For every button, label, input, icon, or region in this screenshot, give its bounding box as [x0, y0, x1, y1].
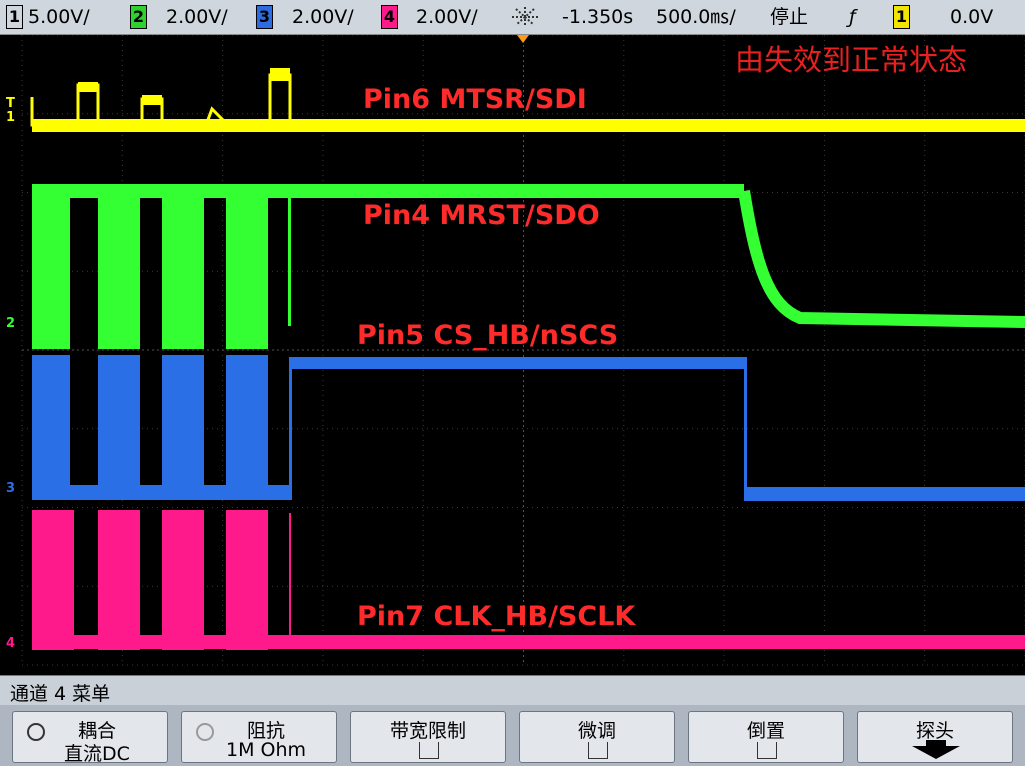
channel-2-label: Pin4 MRST/SDO	[363, 200, 600, 231]
checkbox-icon	[757, 742, 777, 759]
coupling-softkey[interactable]: 耦合 直流DC	[12, 711, 168, 765]
channel-4-scale: 2.00V/	[416, 6, 478, 28]
channel-menu-bar: 通道 4 菜单	[0, 675, 1025, 706]
waveform-display[interactable]: T 1 2 3 4 由失效到正常状态 Pin6 MTSR/SDI Pin4 MR…	[0, 35, 1025, 675]
checkbox-icon	[588, 742, 608, 759]
channel-3-scale: 2.00V/	[292, 6, 354, 28]
channel-2-ground-marker: 2	[6, 316, 15, 331]
channel-3-indicator[interactable]: 3	[256, 5, 273, 29]
status-bar: 1 5.00V/ 2 2.00V/ 3 2.00V/ 4 2.00V/ -1.3…	[0, 0, 1025, 35]
time-scale: 500.0㎳/	[656, 6, 736, 28]
channel-4-indicator[interactable]: 4	[381, 5, 398, 29]
channel-3-trace	[32, 355, 1025, 501]
channel-1-label: Pin6 MTSR/SDI	[363, 84, 587, 115]
softkey-bar: 耦合 直流DC 阻抗 1M Ohm 带宽限制 微调 倒置 探头	[0, 705, 1025, 766]
channel-1-scale: 5.00V/	[28, 6, 90, 28]
trigger-position-icon	[512, 7, 538, 27]
fine-adjust-softkey[interactable]: 微调	[519, 711, 675, 763]
checkbox-icon	[419, 742, 439, 759]
channel-2-scale: 2.00V/	[166, 6, 228, 28]
arrow-down-icon	[912, 740, 960, 759]
channel-4-ground-marker: 4	[6, 636, 15, 651]
trigger-slope-icon: ƒ	[849, 6, 856, 28]
trigger-position-marker	[517, 35, 529, 43]
trigger-level: 0.0V	[950, 6, 994, 28]
probe-softkey[interactable]: 探头	[857, 711, 1013, 763]
time-offset: -1.350s	[562, 6, 634, 28]
impedance-softkey[interactable]: 阻抗 1M Ohm	[181, 711, 337, 763]
trigger-level-marker: T	[6, 96, 15, 111]
channel-4-label: Pin7 CLK_HB/SCLK	[357, 601, 636, 632]
annotation-title: 由失效到正常状态	[735, 43, 968, 77]
channel-3-ground-marker: 3	[6, 481, 15, 496]
bandwidth-limit-softkey[interactable]: 带宽限制	[350, 711, 506, 763]
waveform-canvas: T 1 2 3 4	[6, 35, 1025, 666]
menu-title: 通道 4 菜单	[10, 683, 111, 705]
trigger-channel-indicator: 1	[893, 5, 910, 29]
channel-2-indicator[interactable]: 2	[130, 5, 147, 29]
channel-3-label: Pin5 CS_HB/nSCS	[357, 320, 619, 351]
invert-softkey[interactable]: 倒置	[688, 711, 844, 763]
channel-1-ground-marker: 1	[6, 110, 15, 125]
run-state: 停止	[770, 6, 809, 28]
channel-1-indicator[interactable]: 1	[6, 5, 23, 29]
